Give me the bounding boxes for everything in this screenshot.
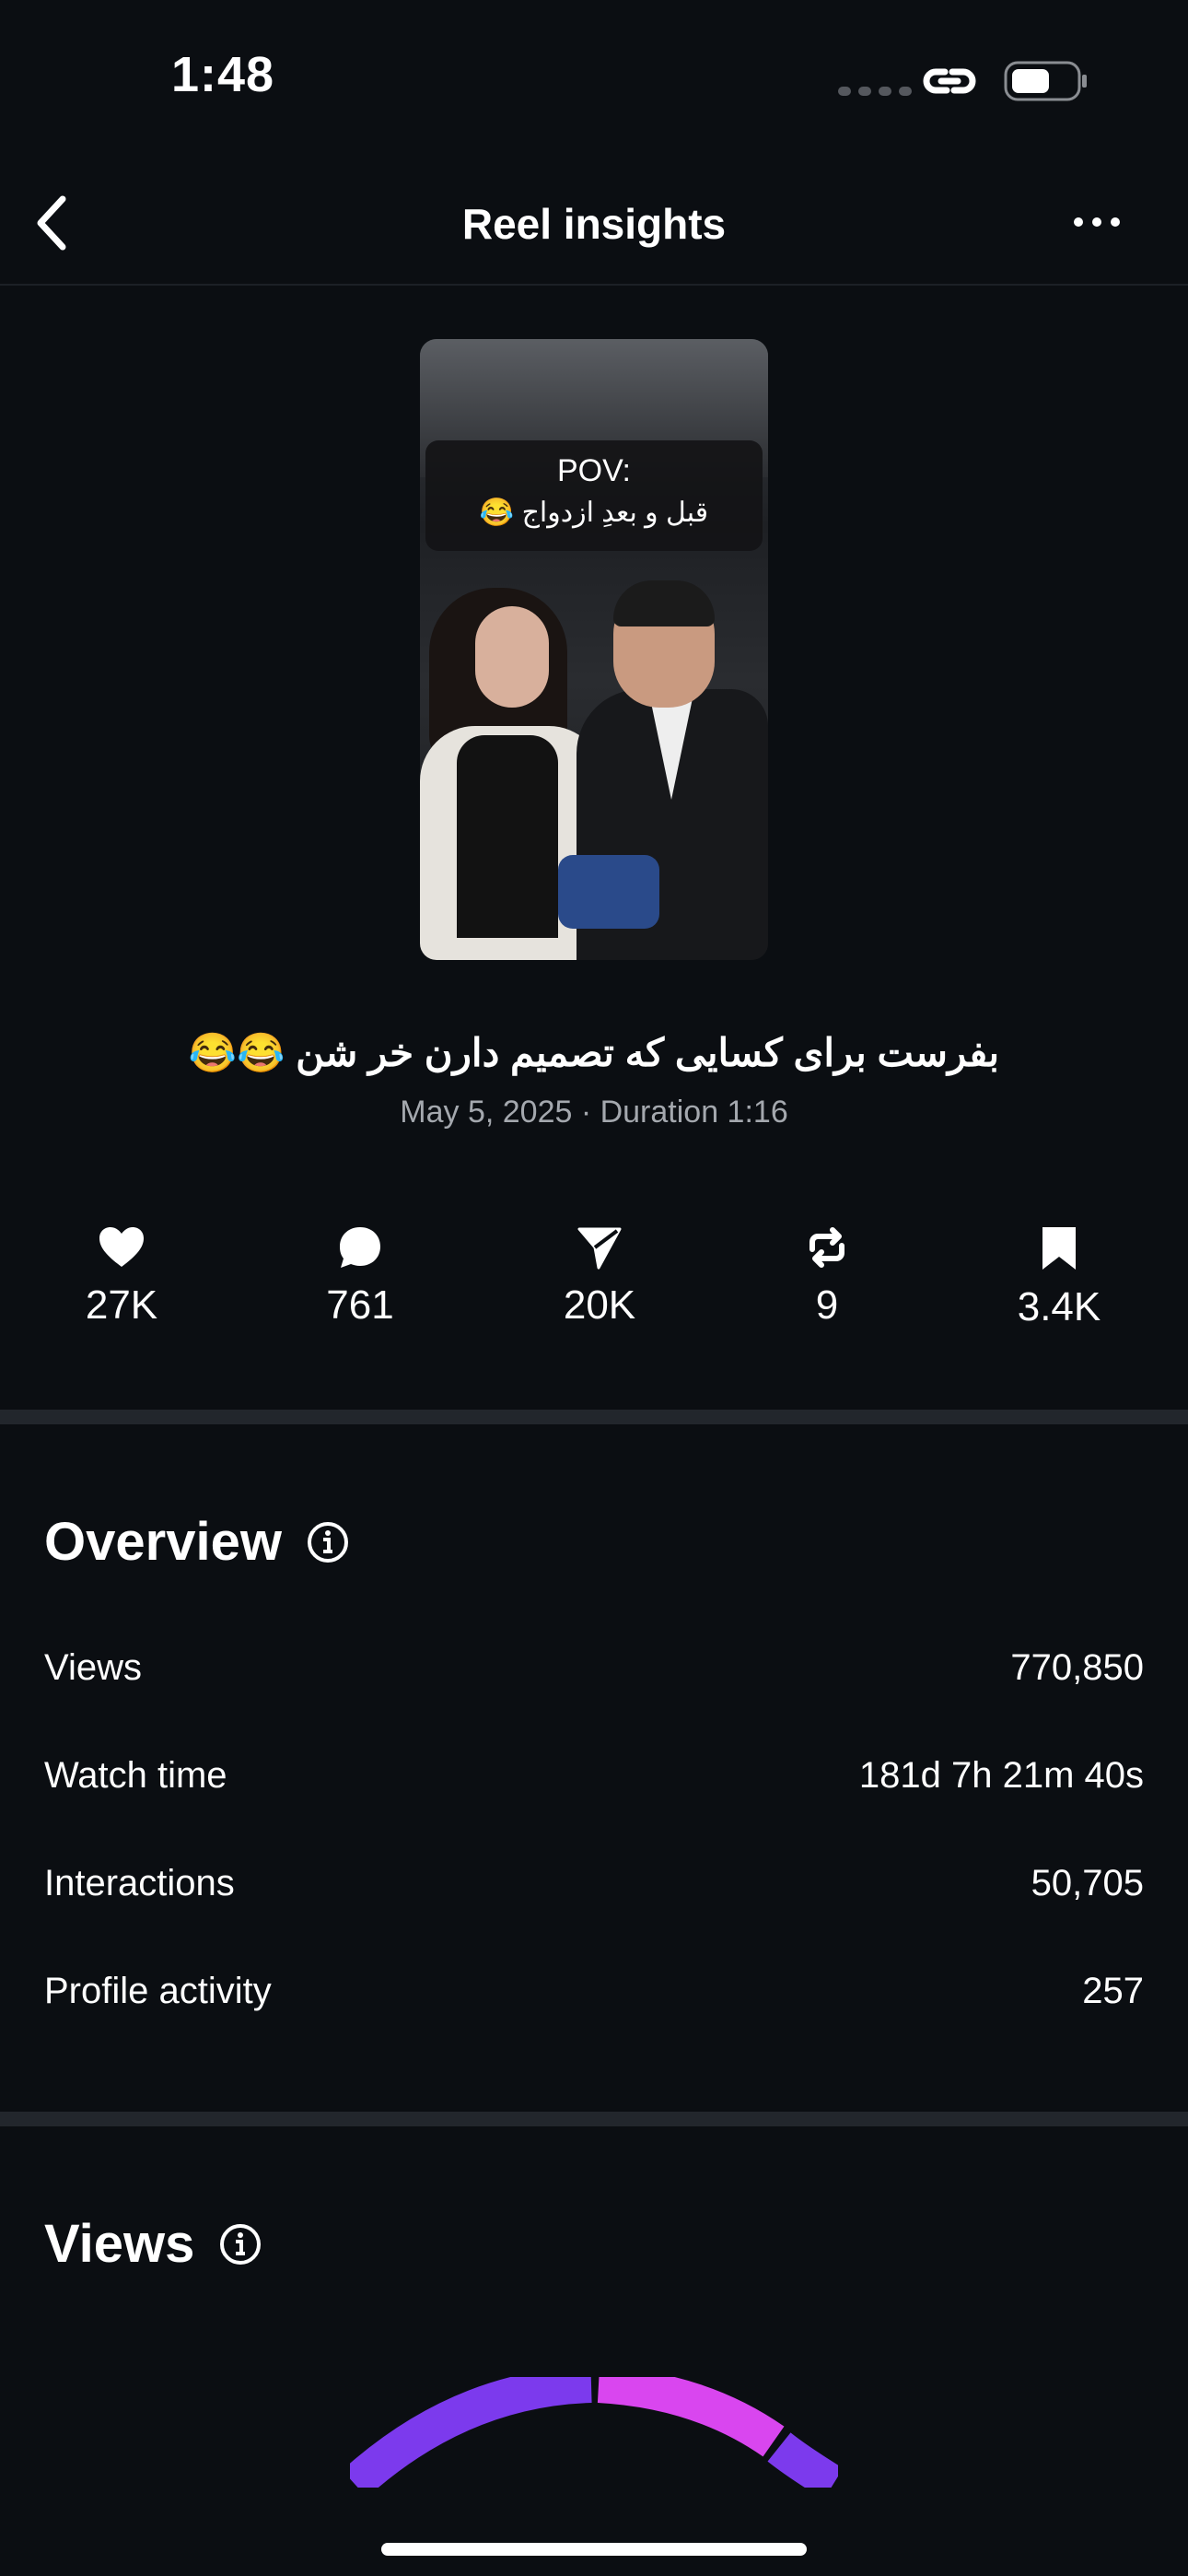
battery-icon <box>1004 61 1089 106</box>
overview-row-interactions[interactable]: Interactions 50,705 <box>44 1863 1144 1904</box>
reel-thumbnail[interactable]: POV: قبل و بعدِ ازدواج 😂 <box>420 339 768 960</box>
bookmark-icon <box>1042 1227 1076 1270</box>
row-value: 257 <box>1082 1971 1144 2011</box>
heart-icon <box>99 1227 144 1267</box>
reel-caption: بفرست برای کسایی که تصمیم دارن خر شن 😂😂 <box>188 1031 1000 1074</box>
comments-count: 761 <box>326 1282 394 1328</box>
gauge-segment-purple-end <box>767 2432 838 2488</box>
row-value: 770,850 <box>1010 1647 1144 1688</box>
row-value: 181d 7h 21m 40s <box>858 1755 1144 1796</box>
link-icon <box>919 61 980 106</box>
overview-heading: Overview <box>44 1511 350 1573</box>
row-label: Interactions <box>44 1863 235 1903</box>
thumbnail-caption-line1: POV: <box>557 453 631 488</box>
thumbnail-caption-overlay: POV: قبل و بعدِ ازدواج 😂 <box>425 440 763 551</box>
thumbnail-person-hair-right <box>613 580 715 626</box>
row-value: 50,705 <box>1031 1863 1144 1903</box>
send-icon <box>577 1227 622 1270</box>
views-heading: Views <box>44 2213 262 2275</box>
home-indicator[interactable] <box>381 2543 807 2556</box>
status-time: 1:48 <box>171 47 275 102</box>
thumbnail-person-face <box>475 606 549 708</box>
row-label: Watch time <box>44 1755 227 1796</box>
section-divider <box>0 1410 1188 1424</box>
header-divider <box>0 284 1188 286</box>
section-divider <box>0 2112 1188 2126</box>
overview-title: Overview <box>44 1512 282 1572</box>
thumbnail-gift-box <box>558 855 659 929</box>
page-title: Reel insights <box>461 200 727 248</box>
more-options-icon[interactable] <box>1074 217 1120 227</box>
row-label: Views <box>44 1647 142 1688</box>
row-label: Profile activity <box>44 1971 272 2011</box>
info-icon[interactable] <box>306 1520 350 1564</box>
overview-row-views[interactable]: Views 770,850 <box>44 1647 1144 1689</box>
views-gauge <box>350 2377 838 2488</box>
gauge-segment-purple <box>350 2377 592 2488</box>
views-title: Views <box>44 2214 195 2274</box>
stat-reposts: 9 <box>735 1225 919 1329</box>
stat-comments: 761 <box>268 1225 452 1329</box>
likes-count: 27K <box>85 1282 158 1328</box>
reposts-count: 9 <box>815 1282 839 1328</box>
signal-icon <box>838 87 912 96</box>
saves-count: 3.4K <box>1017 1284 1101 1329</box>
gauge-segment-magenta <box>597 2377 785 2457</box>
thumbnail-person-vest <box>457 735 558 938</box>
stat-likes: 27K <box>29 1225 214 1329</box>
thumbnail-caption-line2: قبل و بعدِ ازدواج 😂 <box>479 498 709 528</box>
stat-saves: 3.4K <box>967 1225 1151 1330</box>
comment-icon <box>340 1227 380 1268</box>
repost-icon <box>809 1227 844 1268</box>
stat-shares: 20K <box>507 1225 692 1329</box>
shares-count: 20K <box>563 1282 636 1328</box>
overview-row-profile-activity[interactable]: Profile activity 257 <box>44 1971 1144 2012</box>
info-icon[interactable] <box>218 2222 262 2266</box>
overview-row-watch-time[interactable]: Watch time 181d 7h 21m 40s <box>44 1755 1144 1797</box>
reel-meta: May 5, 2025 · Duration 1:16 <box>400 1095 788 1130</box>
